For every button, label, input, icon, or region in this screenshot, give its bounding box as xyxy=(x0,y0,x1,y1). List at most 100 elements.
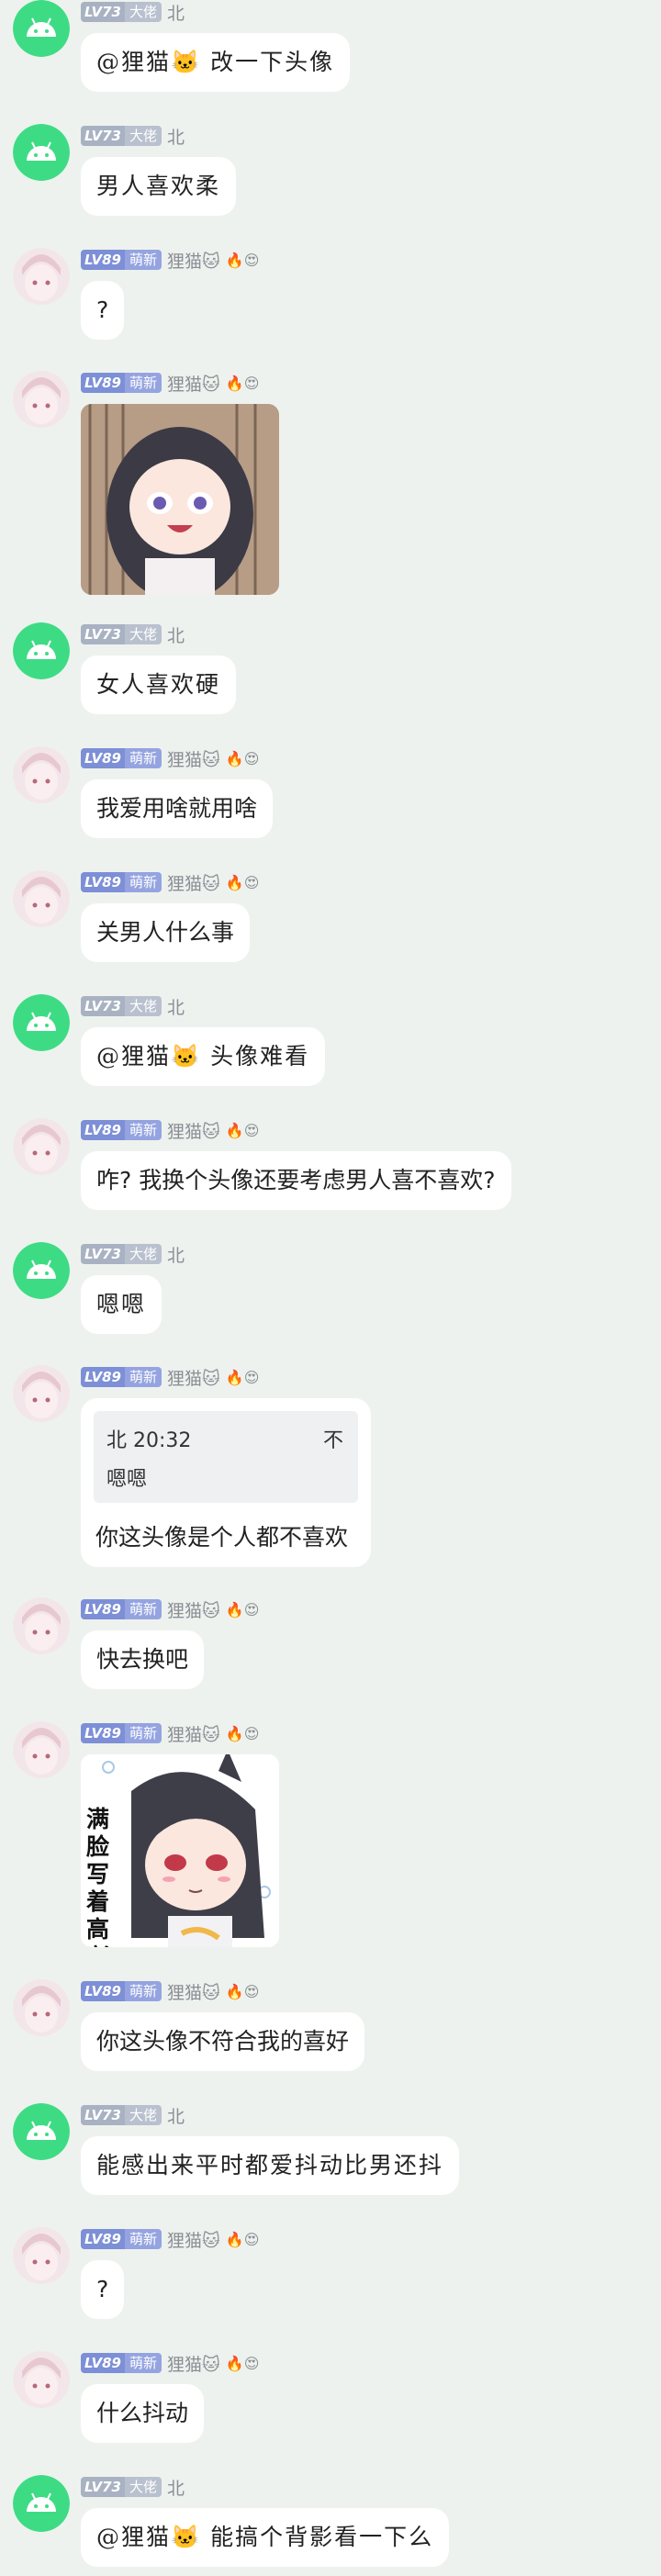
avatar-anime[interactable] xyxy=(13,248,70,305)
sticker-happy-girl[interactable]: 满脸写着高兴 xyxy=(81,1754,279,1947)
honor-badges: 🔥😍 xyxy=(225,251,260,269)
sender-meta: LV89 萌新 狸猫🐱 🔥😍 xyxy=(81,746,259,770)
sender-name[interactable]: 北 xyxy=(167,2103,185,2128)
sender-meta: LV89 萌新 狸猫🐱 🔥😍 xyxy=(81,870,259,894)
honor-badges: 🔥😍 xyxy=(225,1121,260,1139)
message-bubble[interactable]: 能感出来平时都爱抖动比男还抖 xyxy=(81,2136,460,2195)
level-badge: LV73 大佬 xyxy=(81,126,162,146)
sender-name[interactable]: 狸猫🐱 xyxy=(167,1597,220,1622)
avatar-anime[interactable] xyxy=(13,1597,70,1654)
message-bubble[interactable]: @狸猫🐱 头像难看 xyxy=(81,1027,326,1086)
sender-meta: LV73 大佬 北 xyxy=(81,994,185,1018)
sticker-caption: 满脸写着高兴 xyxy=(86,1806,110,1947)
honor-badges: 🔥😍 xyxy=(225,1982,260,2000)
sender-meta: LV89 萌新 狸猫🐱 🔥😍 xyxy=(81,1118,259,1142)
sender-name[interactable]: 狸猫🐱 xyxy=(167,746,220,771)
sender-meta: LV89 萌新 狸猫🐱 🔥😍 xyxy=(81,1979,259,2003)
sender-name[interactable]: 北 xyxy=(167,124,185,149)
reply-bubble[interactable]: 北 20:32 不 嗯嗯 你这头像是个人都不喜欢 xyxy=(81,1398,371,1567)
message-bubble[interactable]: 你这头像不符合我的喜好 xyxy=(81,2012,365,2071)
sender-meta: LV89 萌新 狸猫🐱 🔥😍 xyxy=(81,1597,259,1621)
sender-name[interactable]: 狸猫🐱 xyxy=(167,371,220,396)
level-badge: LV73 大佬 xyxy=(81,624,162,644)
message-bubble[interactable]: 什么抖动 xyxy=(81,2384,205,2443)
sticker-girl-shocked[interactable] xyxy=(81,404,279,595)
sender-name[interactable]: 狸猫🐱 xyxy=(167,2351,220,2376)
avatar-android[interactable] xyxy=(13,124,70,181)
sender-meta: LV89 萌新 狸猫🐱 🔥😍 xyxy=(81,248,259,272)
level-badge: LV89 萌新 xyxy=(81,1120,162,1140)
message-bubble[interactable]: 男人喜欢柔 xyxy=(81,157,237,216)
avatar-android[interactable] xyxy=(13,2103,70,2160)
level-badge: LV73 大佬 xyxy=(81,996,162,1016)
honor-badges: 🔥😍 xyxy=(225,1368,260,1386)
level-badge: LV89 萌新 xyxy=(81,872,162,892)
honor-badges: 🔥😍 xyxy=(225,1724,260,1742)
level-badge: LV73 大佬 xyxy=(81,2105,162,2125)
quote-author-time: 北 20:32 xyxy=(106,1429,192,1452)
honor-badges: 🔥😍 xyxy=(225,2354,260,2372)
sender-name[interactable]: 北 xyxy=(167,622,185,647)
sender-name[interactable]: 狸猫🐱 xyxy=(167,1721,220,1746)
message-bubble[interactable]: 我爱用啥就用啥 xyxy=(81,779,274,838)
sender-meta: LV73 大佬 北 xyxy=(81,622,185,646)
message-bubble[interactable]: ? xyxy=(81,281,125,340)
message-bubble[interactable]: 女人喜欢硬 xyxy=(81,655,237,714)
honor-badges: 🔥😍 xyxy=(225,2230,260,2248)
avatar-anime[interactable] xyxy=(13,1721,70,1778)
level-badge: LV89 萌新 xyxy=(81,748,162,768)
avatar-anime[interactable] xyxy=(13,746,70,803)
quoted-message[interactable]: 北 20:32 不 嗯嗯 xyxy=(94,1411,358,1503)
honor-badges: 🔥😍 xyxy=(225,873,260,891)
message-bubble[interactable]: 关男人什么事 xyxy=(81,903,251,962)
message-bubble[interactable]: @狸猫🐱 改一下头像 xyxy=(81,33,351,92)
avatar-android[interactable] xyxy=(13,0,70,57)
message-bubble[interactable]: ? xyxy=(81,2260,125,2319)
sender-name[interactable]: 狸猫🐱 xyxy=(167,248,220,273)
honor-badges: 🔥😍 xyxy=(225,749,260,767)
sender-name[interactable]: 狸猫🐱 xyxy=(167,1979,220,2004)
sender-name[interactable]: 北 xyxy=(167,994,185,1019)
sender-meta: LV89 萌新 狸猫🐱 🔥😍 xyxy=(81,2351,259,2375)
avatar-anime[interactable] xyxy=(13,2227,70,2284)
avatar-android[interactable] xyxy=(13,622,70,679)
sender-meta: LV89 萌新 狸猫🐱 🔥😍 xyxy=(81,371,259,395)
sender-name[interactable]: 北 xyxy=(167,2475,185,2500)
avatar-anime[interactable] xyxy=(13,371,70,428)
sender-name[interactable]: 狸猫🐱 xyxy=(167,2227,220,2252)
sender-name[interactable]: 北 xyxy=(167,0,185,25)
sender-name[interactable]: 狸猫🐱 xyxy=(167,870,220,895)
avatar-android[interactable] xyxy=(13,994,70,1051)
avatar-anime[interactable] xyxy=(13,1979,70,2036)
sender-name[interactable]: 狸猫🐱 xyxy=(167,1118,220,1143)
message-bubble[interactable]: 咋? 我换个头像还要考虑男人喜不喜欢? xyxy=(81,1151,511,1210)
sender-meta: LV89 萌新 狸猫🐱 🔥😍 xyxy=(81,2227,259,2251)
quote-text: 嗯嗯 xyxy=(106,1468,148,1491)
sender-meta: LV73 大佬 北 xyxy=(81,1242,185,1266)
level-badge: LV89 萌新 xyxy=(81,1723,162,1743)
avatar-anime[interactable] xyxy=(13,870,70,927)
level-badge: LV89 萌新 xyxy=(81,2229,162,2249)
honor-badges: 🔥😍 xyxy=(225,374,260,392)
sender-meta: LV73 大佬 北 xyxy=(81,124,185,148)
avatar-anime[interactable] xyxy=(13,1118,70,1175)
honor-badges: 🔥😍 xyxy=(225,1600,260,1618)
sender-name[interactable]: 狸猫🐱 xyxy=(167,1365,220,1390)
avatar-android[interactable] xyxy=(13,1242,70,1299)
sender-meta: LV73 大佬 北 xyxy=(81,2475,185,2499)
sender-meta: LV73 大佬 北 xyxy=(81,0,185,24)
sender-meta: LV73 大佬 北 xyxy=(81,2103,185,2127)
avatar-anime[interactable] xyxy=(13,1365,70,1422)
sender-meta: LV89 萌新 狸猫🐱 🔥😍 xyxy=(81,1365,259,1389)
avatar-anime[interactable] xyxy=(13,2351,70,2408)
level-badge: LV89 萌新 xyxy=(81,250,162,270)
reply-text: 你这头像是个人都不喜欢 xyxy=(95,1524,349,1551)
quote-extra: 不 xyxy=(322,1429,343,1452)
chat-list[interactable]: LV73 大佬 北 @狸猫🐱 改一下头像 LV73 大佬 北 男人喜欢柔 LV89 萌… xyxy=(0,0,661,2576)
message-bubble[interactable]: 快去换吧 xyxy=(81,1630,205,1689)
sender-name[interactable]: 北 xyxy=(167,1242,185,1267)
avatar-android[interactable] xyxy=(13,2475,70,2532)
message-bubble[interactable]: @狸猫🐱 能搞个背影看一下么 xyxy=(81,2508,450,2567)
message-bubble[interactable]: 嗯嗯 xyxy=(81,1275,162,1334)
level-badge: LV89 萌新 xyxy=(81,1981,162,2001)
